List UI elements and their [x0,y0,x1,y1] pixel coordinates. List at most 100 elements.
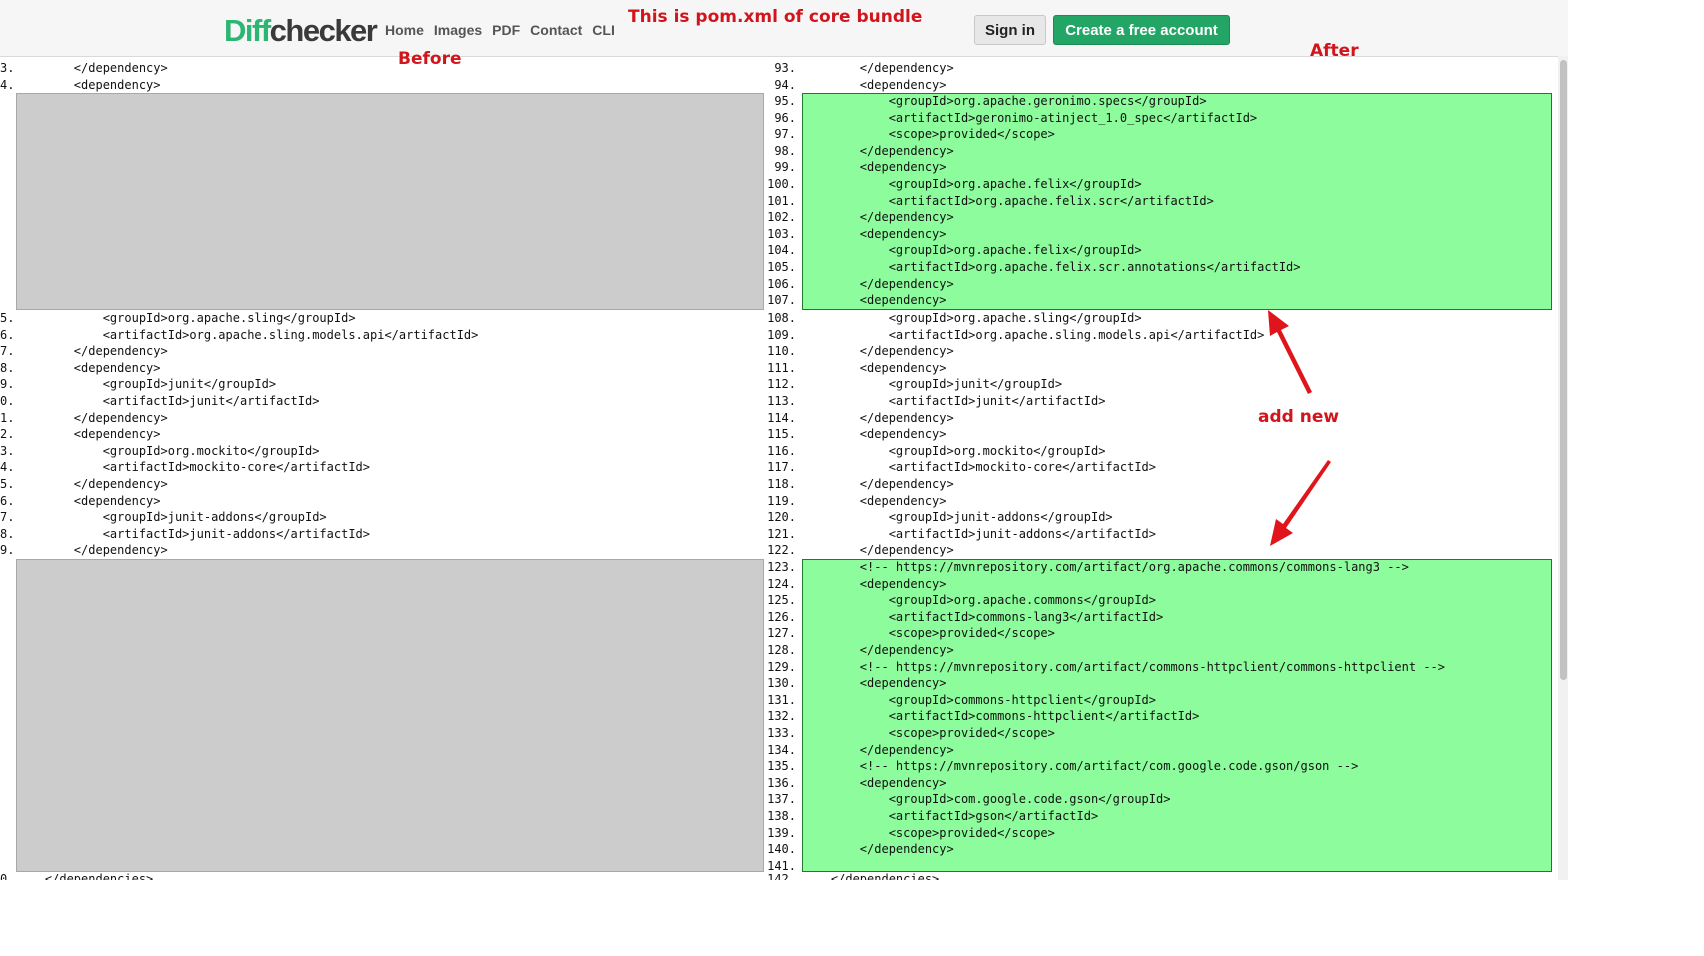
right-line-number: 119. [767,493,796,508]
right-code-line: <artifactId>org.apache.felix.scr</artifa… [802,193,1214,208]
left-line-number: 5. [0,311,15,325]
right-code-line: <!-- https://mvnrepository.com/artifact/… [802,560,1409,574]
logo-checker-text: checker [269,13,378,48]
right-line-number: 113. [767,393,796,408]
right-code-line: </dependency> [802,642,954,657]
right-line-number: 130. [767,676,796,691]
right-line-number: 108. [767,311,796,325]
create-account-button[interactable]: Create a free account [1053,15,1230,45]
left-code-line: </dependency> [16,344,168,359]
left-placeholder-block-2 [16,559,764,872]
right-line-number: 114. [767,410,796,425]
right-code-line: <dependency> [802,160,947,175]
right-code-line: <artifactId>mockito-core</artifactId> [802,460,1157,475]
nav-pdf[interactable]: PDF [492,22,520,38]
right-line-number: 134. [767,742,796,757]
right-code-line: <scope>provided</scope> [802,127,1055,142]
nav-contact[interactable]: Contact [530,22,582,38]
left-code-line: <dependency> [16,360,161,375]
right-line-number: 139. [767,825,796,840]
left-code-line: <artifactId>junit</artifactId> [16,393,320,408]
left-code-line: <artifactId>mockito-core</artifactId> [16,460,371,475]
right-code-line: <groupId>org.apache.felix</groupId> [802,176,1142,191]
left-code-line: <groupId>org.apache.sling</groupId> [16,311,356,325]
left-line-number: 8. [0,360,15,375]
right-line-numbers-mid: 108. 109. 110. 111. 112. 113. 114. 115. 116. 117.… [760,310,796,559]
left-code-top: </dependency> <dependency> [16,60,168,93]
right-line-number: 96. [774,110,796,125]
left-code-line: <dependency> [16,77,161,92]
left-line-number: 2. [0,427,15,442]
diffchecker-page: Diffchecker Home Images PDF Contact CLI … [0,0,1568,880]
right-line-number: 121. [767,526,796,541]
right-line-number: 138. [767,808,796,823]
right-line-number: 125. [767,593,796,608]
left-code-line: </dependency> [16,410,168,425]
right-line-number: 136. [767,775,796,790]
right-line-number: 132. [767,709,796,724]
left-line-number: 4. [0,77,15,92]
right-line-numbers-added-2: 123. 124. 125. 126. 127. 128. 129. 130. 131. 132.… [760,559,796,874]
right-line-number: 93. [774,61,796,75]
right-code-line: </dependency> [802,276,954,291]
sign-in-button[interactable]: Sign in [974,15,1046,45]
right-code-line: </dependency> [802,143,954,158]
right-code-added-1: <groupId>org.apache.geronimo.specs</grou… [802,93,1301,309]
annotation-title: This is pom.xml of core bundle [628,7,923,27]
right-code-line: <groupId>junit-addons</groupId> [802,510,1113,525]
right-code-line: <groupId>com.google.code.gson</groupId> [802,792,1171,807]
right-line-number: 105. [767,259,796,274]
right-line-numbers-top: 93. 94. [760,60,796,93]
right-code-line: <dependency> [802,676,947,691]
left-line-number: 9. [0,377,15,392]
right-code-line: <artifactId>org.apache.felix.scr.annotat… [802,259,1301,274]
right-line-number: 135. [767,759,796,774]
nav-images[interactable]: Images [434,22,482,38]
right-code-line: <scope>provided</scope> [802,725,1055,740]
right-line-number: 94. [774,77,796,92]
left-code-line: </dependencies> [16,872,154,880]
right-code-line: <artifactId>geronimo-atinject_1.0_spec</… [802,110,1258,125]
right-line-number: 102. [767,210,796,225]
scrollbar-thumb[interactable] [1560,60,1567,680]
right-code-bottom: </dependencies> [802,871,939,880]
right-code-line: <artifactId>junit-addons</artifactId> [802,526,1157,541]
main-nav: Home Images PDF Contact CLI [385,22,615,38]
right-code-line: <groupId>org.apache.sling</groupId> [802,311,1142,325]
right-code-line: <artifactId>org.apache.sling.models.api<… [802,327,1265,342]
right-line-number: 106. [767,276,796,291]
right-code-line: <groupId>org.mockito</groupId> [802,443,1106,458]
right-line-number: 131. [767,692,796,707]
nav-home[interactable]: Home [385,22,424,38]
left-line-number: 7. [0,510,15,525]
left-line-number: 6. [0,327,15,342]
right-line-number: 107. [767,293,796,308]
left-line-number: 1. [0,410,15,425]
left-line-number: 0. [0,872,15,880]
left-placeholder-block-1 [16,93,764,310]
right-line-number: 103. [767,226,796,241]
annotation-add-new: add new [1258,407,1340,427]
diffchecker-logo[interactable]: Diffchecker [224,12,378,52]
right-line-number: 104. [767,243,796,258]
right-code-top: </dependency> <dependency> [802,60,954,93]
right-line-number: 120. [767,510,796,525]
left-code-line: <dependency> [16,493,161,508]
left-line-number: 8. [0,526,15,541]
left-code-line: </dependency> [16,61,168,75]
right-line-number: 95. [774,94,796,108]
left-code-line: <groupId>junit</groupId> [16,377,277,392]
right-line-number: 98. [774,143,796,158]
logo-diff-text: Diff [224,13,271,48]
right-code-line: </dependency> [802,61,954,75]
right-line-number: 117. [767,460,796,475]
right-code-line: <groupId>org.apache.commons</groupId> [802,593,1157,608]
right-code-line: <dependency> [802,293,947,308]
left-line-number: 3. [0,443,15,458]
left-code-line: </dependency> [16,476,168,491]
left-line-number: 4. [0,460,15,475]
right-code-line: <dependency> [802,493,947,508]
right-code-line: <!-- https://mvnrepository.com/artifact/… [802,659,1445,674]
nav-cli[interactable]: CLI [592,22,615,38]
left-line-numbers-mid: 5. 6. 7. 8. 9. 0. 1. 2. 3. 4. 5. 6. 7. 8. 9. [0,310,15,559]
